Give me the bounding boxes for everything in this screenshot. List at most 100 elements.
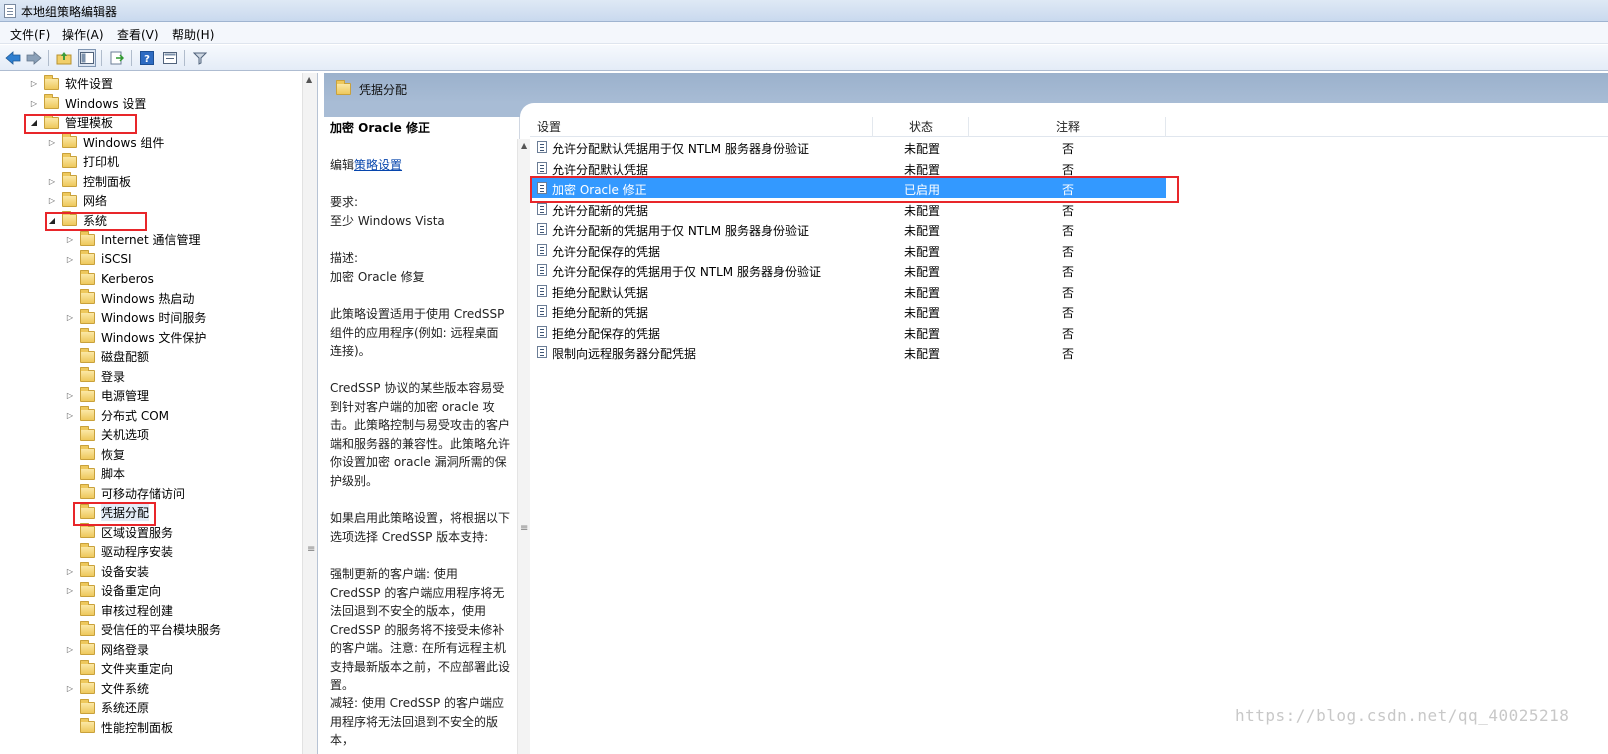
tree-item[interactable]: ▷ 分布式 COM xyxy=(64,406,169,425)
description-label: 描述: xyxy=(330,251,359,265)
policy-row[interactable]: 限制向远程服务器分配凭据 未配置 否 xyxy=(530,342,1166,362)
collapsed-arrow-icon[interactable]: ▷ xyxy=(28,79,40,88)
policy-row[interactable]: 允许分配默认凭据 未配置 否 xyxy=(530,158,1166,178)
policy-row[interactable]: 拒绝分配默认凭据 未配置 否 xyxy=(530,281,1166,301)
scroll-up-icon[interactable]: ▲ xyxy=(306,75,312,84)
svg-text:?: ? xyxy=(144,54,150,65)
tree-item[interactable]: Kerberos xyxy=(64,269,154,288)
column-header-setting[interactable]: 设置 xyxy=(530,117,873,137)
menu-help[interactable]: 帮助(H) xyxy=(172,26,214,43)
tree-item[interactable]: ▷ 电源管理 xyxy=(64,386,149,405)
policy-row[interactable]: 拒绝分配新的凭据 未配置 否 xyxy=(530,301,1166,321)
tree-item[interactable]: 区域设置服务 xyxy=(64,523,173,542)
scroll-up-icon[interactable]: ▲ xyxy=(521,141,527,150)
folder-icon xyxy=(80,679,95,694)
collapsed-arrow-icon[interactable]: ▷ xyxy=(64,391,76,400)
tree-item[interactable]: ▷ Windows 时间服务 xyxy=(64,308,206,327)
window-title: 本地组策略编辑器 xyxy=(21,5,118,19)
collapsed-arrow-icon[interactable]: ▷ xyxy=(46,196,58,205)
tree-item[interactable]: ◢ 系统 xyxy=(46,211,107,230)
tree-item[interactable]: ▷ 控制面板 xyxy=(46,172,131,191)
collapsed-arrow-icon[interactable]: ▷ xyxy=(64,684,76,693)
policy-row[interactable]: 允许分配新的凭据用于仅 NTLM 服务器身份验证 未配置 否 xyxy=(530,219,1166,239)
show-hide-tree-icon[interactable] xyxy=(78,49,96,67)
policy-row[interactable]: 允许分配保存的凭据用于仅 NTLM 服务器身份验证 未配置 否 xyxy=(530,260,1166,280)
column-header-note[interactable]: 注释 xyxy=(969,117,1166,137)
collapsed-arrow-icon[interactable]: ▷ xyxy=(64,411,76,420)
tree-item[interactable]: ▷ iSCSI xyxy=(64,250,132,269)
policy-state: 未配置 xyxy=(904,326,941,341)
tree-item[interactable]: 脚本 xyxy=(64,464,125,483)
tree-item[interactable]: ▷ 软件设置 xyxy=(28,74,113,93)
tree-item[interactable]: ▷ Internet 通信管理 xyxy=(64,230,200,249)
tree-scrollbar[interactable]: ▲ ≡ xyxy=(302,73,317,754)
tree-item-label: Windows 组件 xyxy=(83,135,165,150)
policy-row[interactable]: 加密 Oracle 修正 已启用 否 xyxy=(530,178,1166,198)
collapsed-arrow-icon[interactable]: ▷ xyxy=(46,138,58,147)
expanded-arrow-icon[interactable]: ◢ xyxy=(28,118,40,127)
menu-view[interactable]: 查看(V) xyxy=(117,26,159,43)
scroll-grip-icon[interactable]: ≡ xyxy=(307,544,315,555)
tree-item[interactable]: ▷ 设备安装 xyxy=(64,562,149,581)
collapsed-arrow-icon[interactable]: ▷ xyxy=(64,586,76,595)
tree-item[interactable]: 打印机 xyxy=(46,152,119,171)
tree-item[interactable]: 磁盘配额 xyxy=(64,347,149,366)
tree-item[interactable]: 审核过程创建 xyxy=(64,601,173,620)
tree-item[interactable]: 登录 xyxy=(64,367,125,386)
tree-item[interactable]: 性能控制面板 xyxy=(64,718,173,737)
tree-item-label: 关机选项 xyxy=(101,428,150,442)
collapsed-arrow-icon[interactable]: ▷ xyxy=(64,313,76,322)
tree-item[interactable]: 受信任的平台模块服务 xyxy=(64,620,221,639)
column-header-state[interactable]: 状态 xyxy=(873,117,969,137)
policy-row[interactable]: 允许分配新的凭据 未配置 否 xyxy=(530,199,1166,219)
collapsed-arrow-icon[interactable]: ▷ xyxy=(64,567,76,576)
policy-note: 否 xyxy=(1062,224,1075,238)
tree-item[interactable]: 可移动存储访问 xyxy=(64,484,185,503)
tree-item-label: 设备重定向 xyxy=(101,584,162,598)
scroll-grip-icon[interactable]: ≡ xyxy=(520,523,528,534)
menu-file[interactable]: 文件(F) xyxy=(10,26,50,43)
policy-name: 允许分配默认凭据用于仅 NTLM 服务器身份验证 xyxy=(552,142,809,156)
tree-item[interactable]: ▷ 文件系统 xyxy=(64,679,149,698)
export-list-icon[interactable] xyxy=(108,49,126,67)
tree-item[interactable]: 凭据分配 xyxy=(64,503,150,522)
collapsed-arrow-icon[interactable]: ▷ xyxy=(46,177,58,186)
policy-row[interactable]: 拒绝分配保存的凭据 未配置 否 xyxy=(530,322,1166,342)
policy-state: 未配置 xyxy=(904,306,941,320)
policy-setting-icon xyxy=(537,243,547,256)
help-icon[interactable]: ? xyxy=(138,49,156,67)
tree-item[interactable]: ▷ Windows 组件 xyxy=(46,133,164,152)
tree-item[interactable]: ◢ 管理模板 xyxy=(28,113,113,132)
policy-row[interactable]: 允许分配保存的凭据 未配置 否 xyxy=(530,240,1166,260)
tree-item[interactable]: 文件夹重定向 xyxy=(64,659,173,678)
tree-item[interactable]: ▷ 网络登录 xyxy=(64,640,149,659)
tree-item-label: 分布式 COM xyxy=(101,408,169,423)
tree-item[interactable]: 关机选项 xyxy=(64,425,149,444)
collapsed-arrow-icon[interactable]: ▷ xyxy=(64,235,76,244)
forward-arrow-icon[interactable] xyxy=(25,49,43,67)
description-value: 加密 Oracle 修复 xyxy=(330,270,425,284)
tree-item[interactable]: 系统还原 xyxy=(64,698,149,717)
properties-icon[interactable] xyxy=(161,49,179,67)
back-arrow-icon[interactable] xyxy=(4,49,22,67)
description-scrollbar[interactable]: ▲ ≡ xyxy=(517,139,531,754)
policy-setting-link[interactable]: 策略设置 xyxy=(354,158,402,172)
tree-item[interactable]: 驱动程序安装 xyxy=(64,542,173,561)
filter-icon[interactable] xyxy=(191,49,209,67)
tree-item[interactable]: ▷ Windows 设置 xyxy=(28,94,146,113)
tree-item[interactable]: Windows 文件保护 xyxy=(64,328,206,347)
tree-item-label: Internet 通信管理 xyxy=(101,233,201,247)
up-folder-icon[interactable] xyxy=(55,49,73,67)
collapsed-arrow-icon[interactable]: ▷ xyxy=(28,99,40,108)
collapsed-arrow-icon[interactable]: ▷ xyxy=(64,255,76,264)
tree-item[interactable]: ▷ 网络 xyxy=(46,191,107,210)
collapsed-arrow-icon[interactable]: ▷ xyxy=(64,645,76,654)
tree-item[interactable]: ▷ 设备重定向 xyxy=(64,581,161,600)
watermark: https://blog.csdn.net/qq_40025218 xyxy=(1235,706,1570,725)
tree-item[interactable]: Windows 热启动 xyxy=(64,289,194,308)
policy-row[interactable]: 允许分配默认凭据用于仅 NTLM 服务器身份验证 未配置 否 xyxy=(530,137,1166,157)
tree-item[interactable]: 恢复 xyxy=(64,445,125,464)
expanded-arrow-icon[interactable]: ◢ xyxy=(46,216,58,225)
menu-action[interactable]: 操作(A) xyxy=(62,26,104,43)
policy-state: 未配置 xyxy=(904,142,941,156)
